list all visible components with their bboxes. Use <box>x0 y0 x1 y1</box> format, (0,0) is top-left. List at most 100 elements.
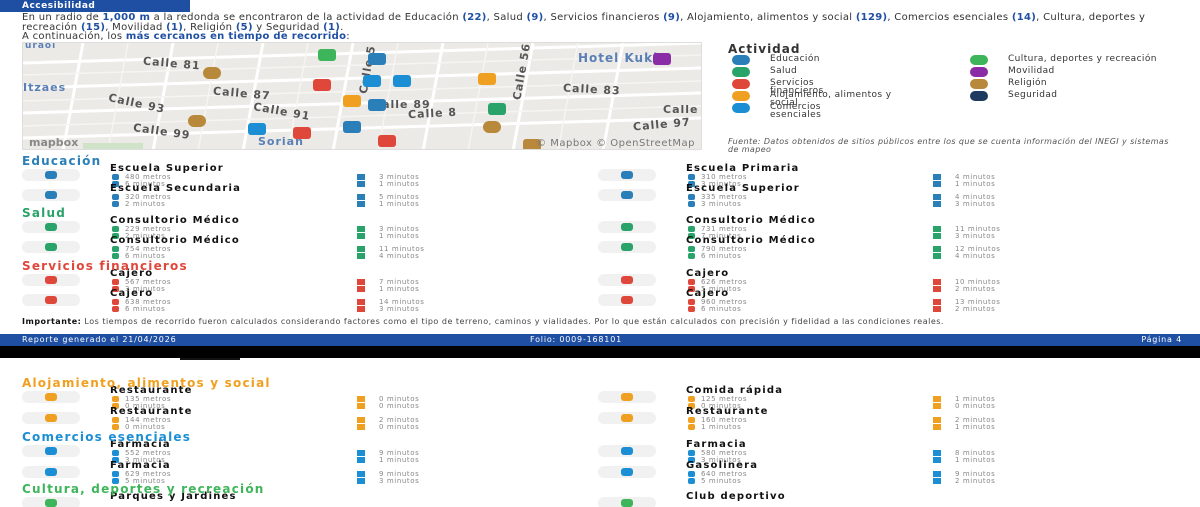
category-icon <box>22 169 80 181</box>
legend-item: Seguridad <box>970 91 1057 101</box>
category-icon <box>598 391 656 403</box>
car-time-line: 3 minutos <box>357 305 419 313</box>
car-time-line: 1 minutos <box>357 456 419 464</box>
car-time-value: 2 minutos <box>955 285 996 293</box>
section-title-finance: Servicios financieros <box>22 259 188 273</box>
store-icon <box>732 103 750 113</box>
car-time-line: 3 minutos <box>933 232 995 240</box>
bike-time-line: 6 minutos <box>112 305 165 313</box>
data-source-note: Fuente: Datos obtenidos de sitios públic… <box>728 137 1169 154</box>
police-icon <box>970 91 988 101</box>
map-marker[interactable] <box>368 99 386 111</box>
category-glyph-icon <box>621 393 633 401</box>
map-marker[interactable] <box>368 53 386 65</box>
car-icon <box>357 286 365 292</box>
car-time-value: 0 minutos <box>379 423 420 431</box>
car-time-line: 3 minutos <box>357 477 419 485</box>
car-time-value: 4 minutos <box>955 252 996 260</box>
map-label: uraol <box>25 42 57 51</box>
bike-time-value: 1 minutos <box>701 423 742 431</box>
map-marker[interactable] <box>318 49 336 61</box>
religion-icon <box>970 79 988 89</box>
car-time-value: 2 minutos <box>955 477 996 485</box>
map-marker[interactable] <box>293 127 311 139</box>
section-title-culture: Cultura, deportes y recreación <box>22 482 265 496</box>
map-marker[interactable] <box>488 103 506 115</box>
category-glyph-icon <box>621 171 633 179</box>
bike-time-value: 6 minutos <box>701 252 742 260</box>
street-label: Itzaes <box>23 81 67 94</box>
car-time-value: 1 minutos <box>955 456 996 464</box>
section-title-education: Educación <box>22 154 102 168</box>
car-icon <box>357 457 365 463</box>
map-attribution[interactable]: © Mapbox © OpenStreetMap <box>536 138 695 149</box>
category-icon <box>598 274 656 286</box>
category-glyph-icon <box>45 171 57 179</box>
car-time-line: 1 minutos <box>933 180 995 188</box>
map-marker[interactable] <box>393 75 411 87</box>
car-time-value: 1 minutos <box>955 423 996 431</box>
map-marker[interactable] <box>378 135 396 147</box>
map-marker[interactable] <box>248 123 266 135</box>
map-marker[interactable] <box>363 75 381 87</box>
bike-time-line: 2 minutos <box>112 200 165 208</box>
legend-item: Salud <box>732 67 797 77</box>
map-marker[interactable] <box>483 121 501 133</box>
map-marker[interactable] <box>313 79 331 91</box>
map-marker[interactable] <box>653 53 671 65</box>
education-icon <box>732 55 750 65</box>
map-marker[interactable] <box>343 95 361 107</box>
car-time-value: 1 minutos <box>379 200 420 208</box>
car-time-value: 0 minutos <box>955 402 996 410</box>
car-time-line: 0 minutos <box>357 423 419 431</box>
finance-icon <box>732 79 750 89</box>
car-icon <box>357 306 365 312</box>
car-time-line: 2 minutos <box>933 305 995 313</box>
category-glyph-icon <box>621 499 633 507</box>
map-marker[interactable] <box>203 67 221 79</box>
map-marker[interactable] <box>188 115 206 127</box>
car-time-line: 1 minutos <box>933 423 995 431</box>
category-glyph-icon <box>45 393 57 401</box>
bike-icon <box>112 306 119 312</box>
category-icon <box>598 294 656 306</box>
map-marker[interactable] <box>478 73 496 85</box>
important-note: Importante: Los tiempos de recorrido fue… <box>22 317 944 326</box>
category-icon <box>22 241 80 253</box>
car-time-value: 1 minutos <box>379 180 420 188</box>
intro-paragraph: En un radio de 1,000 m a la redonda se e… <box>22 12 1146 33</box>
map-view[interactable]: uraol Calle 81 Itzaes Calle 87 Calle 93 … <box>22 42 702 150</box>
bike-time-line: 3 minutos <box>688 200 741 208</box>
car-time-value: 3 minutos <box>379 477 420 485</box>
bus-icon <box>970 67 988 77</box>
category-glyph-icon <box>621 191 633 199</box>
car-icon <box>357 201 365 207</box>
category-glyph-icon <box>45 447 57 455</box>
category-icon <box>598 189 656 201</box>
car-time-value: 0 minutos <box>379 402 420 410</box>
category-glyph-icon <box>45 223 57 231</box>
bike-icon <box>688 306 695 312</box>
health-icon <box>732 67 750 77</box>
category-glyph-icon <box>45 243 57 251</box>
car-time-line: 1 minutos <box>357 200 419 208</box>
category-glyph-icon <box>45 468 57 476</box>
category-glyph-icon <box>621 296 633 304</box>
category-glyph-icon <box>45 499 57 507</box>
map-marker[interactable] <box>343 121 361 133</box>
car-time-value: 1 minutos <box>379 285 420 293</box>
category-icon <box>22 189 80 201</box>
car-icon <box>933 286 941 292</box>
car-icon <box>933 253 941 259</box>
car-time-line: 1 minutos <box>357 180 419 188</box>
category-icon <box>598 221 656 233</box>
category-glyph-icon <box>45 191 57 199</box>
bike-time-value: 6 minutos <box>701 305 742 313</box>
lodging-icon <box>732 91 750 101</box>
car-icon <box>357 253 365 259</box>
category-icon <box>22 274 80 286</box>
car-time-line: 0 minutos <box>933 402 995 410</box>
car-time-line: 4 minutos <box>357 252 419 260</box>
category-icon <box>22 466 80 478</box>
category-glyph-icon <box>45 276 57 284</box>
